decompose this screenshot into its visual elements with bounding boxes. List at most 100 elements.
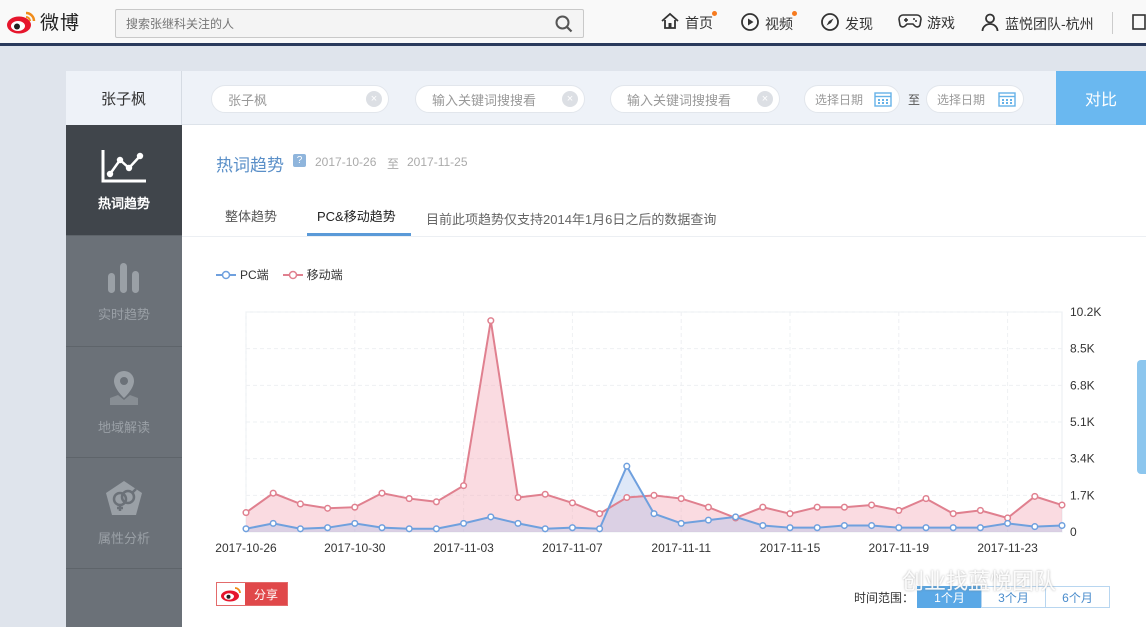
data-point: [732, 513, 740, 521]
legend-mobile[interactable]: 移动端: [282, 266, 343, 283]
nav-discover[interactable]: 发现: [820, 12, 873, 35]
edit-icon[interactable]: [1132, 13, 1146, 34]
sidebar-item-label: 实时趋势: [97, 307, 150, 322]
search-input[interactable]: [116, 10, 536, 37]
date-end-placeholder: 选择日期: [937, 92, 986, 107]
data-point: [541, 525, 549, 533]
chart-legend: PC端 移动端: [216, 266, 343, 283]
data-point: [623, 493, 631, 502]
data-point: [949, 510, 957, 518]
data-point: [596, 510, 604, 518]
share-label: 分享: [245, 583, 287, 605]
home-icon: [660, 12, 680, 33]
clear-keyword-3-icon[interactable]: ×: [757, 91, 773, 107]
keyword-field-2[interactable]: 输入关键词搜搜看 ×: [415, 85, 585, 113]
weibo-eye-icon: [6, 9, 36, 35]
data-point: [1058, 501, 1066, 509]
clear-keyword-2-icon[interactable]: ×: [562, 91, 578, 107]
tab-overall-trend[interactable]: 整体趋势: [225, 206, 277, 225]
map-pin-icon: [104, 368, 144, 411]
x-tick-label: 2017-11-07: [542, 541, 603, 555]
data-point: [568, 524, 576, 532]
y-tick-label: 6.8K: [1070, 378, 1095, 392]
data-point: [460, 519, 468, 527]
x-tick-label: 2017-11-19: [869, 541, 930, 555]
nav-games-label: 游戏: [927, 14, 955, 31]
top-navigation-bar: 微博 首页 视频 发现 游戏 蓝悦团队-杭州: [0, 0, 1146, 46]
data-point: [840, 521, 848, 530]
user-icon: [980, 12, 1000, 35]
data-point: [514, 519, 522, 527]
nav-home-label: 首页: [685, 14, 713, 31]
data-point: [1031, 492, 1039, 500]
nav-home[interactable]: 首页: [660, 11, 717, 33]
data-point: [296, 500, 304, 508]
trend-panel: 热词趋势 ? 2017-10-26 至 2017-11-25 整体趋势 PC&移…: [182, 125, 1146, 627]
data-point: [324, 504, 332, 512]
calendar-icon[interactable]: [998, 91, 1016, 110]
data-point: [895, 524, 903, 532]
data-point: [541, 490, 549, 498]
date-end-field[interactable]: 选择日期: [926, 85, 1024, 113]
nav-user[interactable]: 蓝悦团队-杭州: [980, 12, 1094, 35]
data-point: [650, 491, 658, 499]
active-keyword-tab[interactable]: 张子枫: [66, 71, 182, 125]
data-point: [487, 513, 495, 521]
sidebar-item-realtime[interactable]: 实时趋势: [66, 236, 182, 347]
x-tick-label: 2017-11-03: [433, 541, 494, 555]
keyword-field-3[interactable]: 输入关键词搜搜看 ×: [610, 85, 780, 113]
y-tick-label: 0: [1070, 525, 1077, 539]
keyword-field-1-value: 张子枫: [228, 92, 268, 108]
data-point: [432, 525, 440, 533]
bars-icon: [104, 259, 144, 298]
data-point: [269, 489, 277, 497]
help-icon[interactable]: ?: [293, 154, 306, 167]
data-point: [596, 525, 604, 533]
sidebar-item-label: 属性分析: [97, 531, 150, 546]
page-title: 热词趋势: [216, 156, 284, 175]
nav-video-label: 视频: [765, 15, 793, 32]
y-tick-label: 10.2K: [1070, 305, 1101, 319]
search-icon[interactable]: [555, 15, 573, 36]
data-point: [922, 524, 930, 532]
data-point: [868, 501, 876, 509]
clear-keyword-1-icon[interactable]: ×: [366, 91, 382, 107]
sidebar-item-attributes[interactable]: 属性分析: [66, 458, 182, 569]
tab-pc-mobile-trend[interactable]: PC&移动趋势: [317, 206, 396, 225]
data-point: [677, 519, 685, 527]
side-feedback-tab[interactable]: [1137, 360, 1146, 474]
sidebar-item-hot-trend[interactable]: 热词趋势: [66, 125, 182, 236]
legend-pc[interactable]: PC端: [216, 266, 269, 283]
date-start-field[interactable]: 选择日期: [804, 85, 900, 113]
data-point: [487, 317, 495, 325]
range-end: 2017-11-25: [407, 155, 468, 169]
search-box: [115, 9, 584, 38]
nav-video[interactable]: 视频: [740, 11, 797, 35]
compare-button[interactable]: 对比: [1056, 71, 1146, 125]
data-point: [242, 509, 250, 517]
data-point: [704, 516, 712, 524]
weibo-logo[interactable]: 微博: [6, 8, 80, 35]
notification-dot: [792, 11, 797, 16]
data-point: [378, 524, 386, 532]
calendar-icon[interactable]: [874, 91, 892, 110]
data-point: [840, 503, 848, 511]
nav-discover-label: 发现: [845, 15, 873, 32]
date-separator: 至: [908, 93, 921, 107]
nav-games[interactable]: 游戏: [898, 12, 955, 33]
data-point: [650, 510, 658, 518]
keyword-field-2-placeholder: 输入关键词搜搜看: [432, 92, 537, 108]
legend-mobile-marker: [282, 270, 303, 279]
x-tick-label: 2017-11-11: [651, 541, 711, 555]
data-point: [1058, 521, 1066, 530]
data-point: [677, 495, 685, 503]
data-point: [378, 489, 386, 497]
keyword-field-1[interactable]: 张子枫 ×: [211, 85, 389, 113]
nav-user-label: 蓝悦团队-杭州: [1005, 15, 1094, 32]
sidebar-item-label: 热词趋势: [97, 196, 150, 211]
share-button[interactable]: 分享: [216, 582, 288, 606]
trend-line-chart[interactable]: 0 1.7K 3.4K 5.1K 6.8K 8.5K 10.2K 2017-10-26 2017…: [182, 295, 1146, 565]
data-point: [1004, 519, 1012, 527]
sidebar-item-region[interactable]: 地域解读: [66, 347, 182, 458]
data-point: [514, 493, 522, 502]
